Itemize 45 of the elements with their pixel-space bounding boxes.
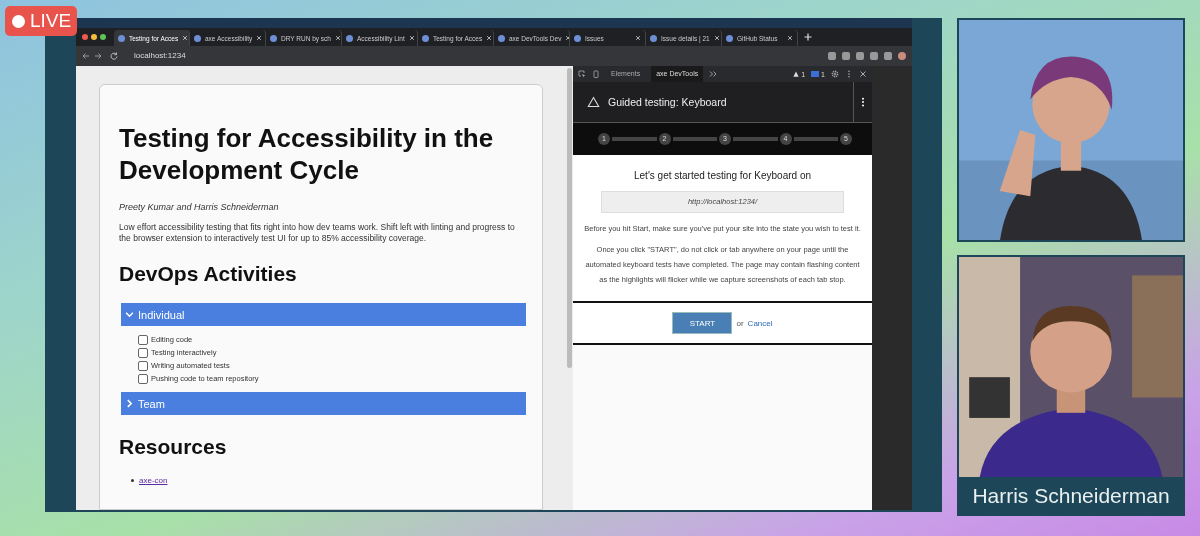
close-icon[interactable]	[859, 70, 867, 78]
page-title: Testing for Accessibility in the Development Cycle	[119, 122, 495, 186]
or-text: or	[736, 318, 744, 328]
navigation-arrows-icon[interactable]	[82, 52, 102, 60]
section-heading: Resources	[119, 435, 228, 459]
window-controls-icon[interactable]	[82, 34, 106, 40]
recording-dot-icon	[12, 14, 25, 28]
reload-icon[interactable]	[110, 52, 118, 60]
favicon-icon	[118, 34, 125, 42]
authors-text: Preety Kumar and Harris Schneiderman	[119, 202, 280, 212]
intro-text: Low effort accessibility testing that fits right into how dev teams work. Shift left with linting and progress to the browser extension to interactively test UI for up to 85% accessibility coverage.	[119, 222, 516, 244]
more-tabs-icon[interactable]	[709, 70, 718, 78]
live-badge: LIVE	[5, 6, 77, 36]
device-icon[interactable]	[592, 70, 600, 78]
chevron-icon	[125, 399, 134, 408]
panel-title: Guided testing: Keyboard	[608, 96, 728, 108]
inspect-icon[interactable]	[578, 70, 586, 78]
settings-icon[interactable]	[831, 70, 839, 78]
favicon-icon	[650, 34, 657, 42]
triangle-logo-icon	[587, 96, 600, 108]
favicon-icon	[726, 34, 733, 42]
section-heading: DevOps Activities	[119, 262, 298, 286]
favicon-icon	[194, 34, 201, 42]
start-button[interactable]: START	[672, 312, 733, 334]
new-tab-icon[interactable]	[804, 33, 812, 41]
accordion-header[interactable]: Team	[121, 392, 526, 415]
chevron-icon	[125, 310, 134, 319]
cancel-link[interactable]: Cancel	[747, 318, 773, 328]
favicon-icon	[498, 34, 505, 42]
scrollbar[interactable]	[567, 68, 572, 368]
panel-heading: Let's get started testing for Keyboard on	[633, 170, 812, 181]
accordion-header[interactable]: Individual	[121, 303, 526, 326]
checkbox[interactable]	[138, 373, 148, 384]
browser-toolbar-icons-drawing[interactable]	[828, 52, 906, 60]
checkbox[interactable]	[138, 334, 148, 345]
message-icon	[811, 71, 820, 77]
checkbox[interactable]	[138, 347, 148, 358]
warning-icon	[793, 71, 800, 77]
favicon-icon	[346, 34, 353, 42]
resource-link[interactable]: axe-con	[139, 476, 168, 485]
favicon-icon	[270, 34, 277, 42]
bullet-icon	[131, 479, 134, 482]
favicon-icon	[574, 34, 581, 42]
checkbox[interactable]	[138, 360, 148, 371]
favicon-icon	[422, 34, 429, 42]
